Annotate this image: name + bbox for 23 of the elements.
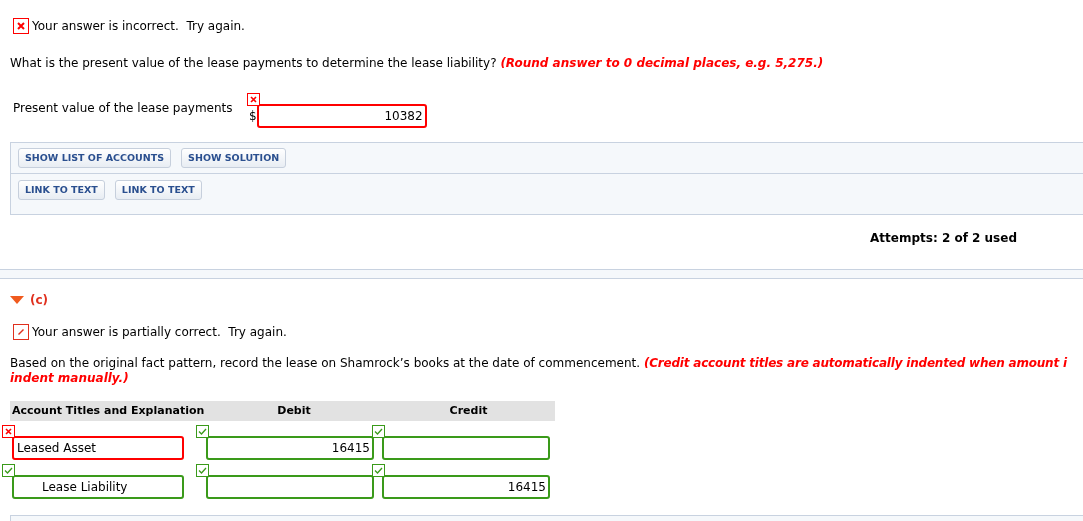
action-button[interactable]: SHOW SOLUTION bbox=[181, 148, 287, 168]
collapse-caret-icon[interactable] bbox=[10, 296, 24, 304]
column-header: Debit bbox=[276, 402, 312, 419]
answer-field[interactable]: 10382 bbox=[256, 104, 427, 128]
action-button[interactable]: LINK TO TEXT bbox=[18, 180, 105, 200]
feedback-text: Your answer is incorrect. Try again. bbox=[32, 18, 245, 35]
answer-field[interactable] bbox=[382, 436, 550, 460]
answer-field[interactable]: 16415 bbox=[206, 436, 374, 460]
column-header: Account Titles and Explanation bbox=[11, 402, 206, 419]
currency-sign: $ bbox=[249, 108, 257, 125]
column-header: Credit bbox=[448, 402, 489, 419]
feedback-text: Your answer is partially correct. Try again. bbox=[32, 324, 287, 341]
answer-field[interactable]: Leased Asset bbox=[12, 436, 184, 460]
question-text: Based on the original fact pattern, record the lease on Shamrock’s books at the date of commencement. (Credit account titles are automatically indented when amount i indent manually.) bbox=[9, 355, 1067, 386]
answer-field[interactable]: Lease Liability bbox=[12, 475, 184, 499]
action-button[interactable]: SHOW LIST OF ACCOUNTS bbox=[18, 148, 172, 168]
attempts-text: Attempts: 2 of 2 used bbox=[870, 230, 1017, 247]
action-button[interactable]: LINK TO TEXT bbox=[114, 180, 202, 200]
part-label: (c) bbox=[30, 292, 49, 309]
question-text: What is the present value of the lease payments to determine the lease liability? (Round answer to 0 decimal places, e.g. 5,275.) bbox=[9, 55, 825, 72]
answer-field[interactable]: 16415 bbox=[382, 475, 550, 499]
field-label: Present value of the lease payments bbox=[13, 100, 234, 117]
answer-field[interactable] bbox=[206, 475, 374, 499]
